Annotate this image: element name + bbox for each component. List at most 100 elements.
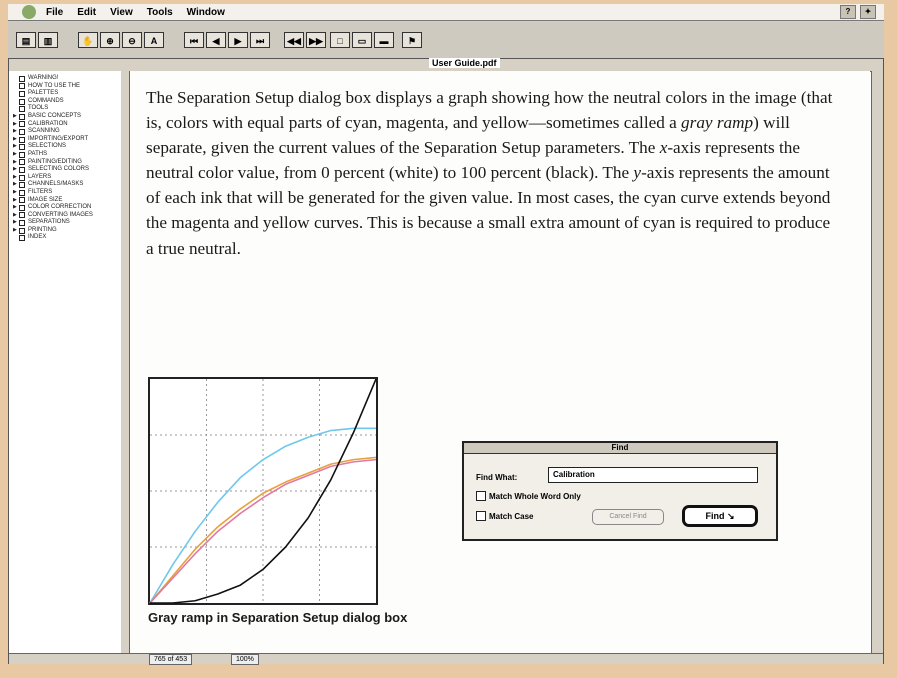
match-whole-word-label: Match Whole Word Only (489, 491, 581, 501)
bookmarks-page-icon[interactable]: ▥ (38, 32, 58, 48)
bookmark-label: IMPORTING/EXPORT (28, 135, 89, 142)
match-case-box[interactable] (476, 511, 486, 521)
match-whole-word-box[interactable] (476, 491, 486, 501)
bookmark-icon (19, 136, 25, 143)
bookmark-item[interactable]: ▶ CALIBRATION (9, 121, 121, 129)
bookmark-item[interactable]: ▶ CHANNELS/MASKS (9, 181, 121, 189)
bookmark-item[interactable]: PALETTES (9, 90, 121, 98)
fit-page-icon[interactable]: ▭ (352, 32, 372, 48)
bookmark-item[interactable]: INDEX (9, 234, 121, 242)
bookmark-item[interactable]: ▶ IMAGE SIZE (9, 197, 121, 205)
body-text-italic-y: y (633, 163, 642, 183)
bookmark-icon (19, 235, 25, 242)
next-page-icon[interactable]: ▶ (228, 32, 248, 48)
bookmark-icon (19, 220, 25, 227)
bookmark-icon (19, 106, 25, 113)
bookmark-item[interactable]: ▶ SELECTIONS (9, 143, 121, 151)
bookmark-icon (19, 227, 25, 234)
bookmark-label: PALETTES (28, 90, 59, 97)
zoom-level-field[interactable]: 100% (231, 654, 259, 665)
hand-tool-icon[interactable]: ✋ (78, 32, 98, 48)
bookmark-item[interactable]: TOOLS (9, 105, 121, 113)
bookmark-icon (19, 197, 25, 204)
bookmark-item[interactable]: ▶ PRINTING (9, 227, 121, 235)
balloon-help-icon[interactable]: ? (840, 5, 856, 19)
text-select-icon[interactable]: A (144, 32, 164, 48)
bookmark-label: SCANNING (28, 128, 60, 135)
bookmark-item[interactable]: COMMANDS (9, 98, 121, 106)
bookmark-icon (19, 121, 25, 128)
bookmark-item[interactable]: WARNING! (9, 75, 121, 83)
previous-page-icon[interactable]: ◀ (206, 32, 226, 48)
find-dialog-title[interactable]: Find (464, 443, 776, 454)
gray-ramp-chart-svg (148, 377, 378, 605)
bookmark-icon (19, 174, 25, 181)
bookmark-item[interactable]: ▶ PAINTING/EDITING (9, 159, 121, 167)
match-whole-word-checkbox[interactable]: Match Whole Word Only (476, 491, 581, 501)
body-paragraph: The Separation Setup dialog box displays… (146, 85, 834, 261)
bookmark-icon (19, 151, 25, 158)
find-icon[interactable]: ⚑ (402, 32, 422, 48)
bookmark-label: CALIBRATION (28, 120, 68, 127)
menu-view[interactable]: View (110, 7, 133, 18)
find-what-input[interactable]: Calibration (548, 467, 758, 483)
page-scrollbar[interactable] (871, 71, 883, 653)
bookmark-item[interactable]: ▶ IMPORTING/EXPORT (9, 136, 121, 144)
find-dialog: Find Find What: Calibration Match Whole … (462, 441, 778, 541)
match-case-label: Match Case (489, 511, 534, 521)
bookmark-item[interactable]: ▶ SEPARATIONS (9, 219, 121, 227)
zoom-in-icon[interactable]: ⊕ (100, 32, 120, 48)
bookmark-item[interactable]: ▶ BASIC CONCEPTS (9, 113, 121, 121)
page-number-field[interactable]: 765 of 453 (149, 654, 193, 665)
go-back-icon[interactable]: ◀◀ (284, 32, 304, 48)
bookmark-icon (19, 83, 25, 90)
cursor-icon: ↘ (726, 511, 735, 521)
page-only-icon[interactable]: ▤ (16, 32, 36, 48)
bookmark-label: TOOLS (28, 105, 49, 112)
bookmark-icon (19, 98, 25, 105)
window-title: User Guide.pdf (429, 58, 500, 68)
bookmark-label: SELECTIONS (28, 143, 67, 150)
menu-window[interactable]: Window (187, 7, 225, 18)
apple-icon[interactable] (22, 5, 36, 19)
bookmark-label: FILTERS (28, 188, 53, 195)
bookmark-icon (19, 128, 25, 135)
bookmark-item[interactable]: ▶ PATHS (9, 151, 121, 159)
bookmark-icon (19, 182, 25, 189)
body-text-italic-gray-ramp: gray ramp (681, 113, 754, 133)
bookmark-icon (19, 90, 25, 97)
menu-bar: File Edit View Tools Window ? ✦ (8, 4, 884, 21)
bookmark-icon (19, 204, 25, 211)
go-forward-icon[interactable]: ▶▶ (306, 32, 326, 48)
zoom-out-icon[interactable]: ⊖ (122, 32, 142, 48)
menu-edit[interactable]: Edit (77, 7, 96, 18)
bookmark-item[interactable]: ▶ SELECTING COLORS (9, 166, 121, 174)
bookmark-item[interactable]: ▶ CONVERTING IMAGES (9, 212, 121, 220)
first-page-icon[interactable]: ⏮ (184, 32, 204, 48)
bookmark-label: PATHS (28, 150, 48, 157)
actual-size-icon[interactable]: □ (330, 32, 350, 48)
bookmark-item[interactable]: HOW TO USE THE (9, 83, 121, 91)
bookmark-label: WARNING! (28, 75, 59, 81)
status-bar: 765 of 453 100% (9, 653, 883, 665)
menu-tools[interactable]: Tools (147, 7, 173, 18)
find-button[interactable]: Find ↘ (682, 505, 758, 527)
bookmark-item[interactable]: ▶ SCANNING (9, 128, 121, 136)
bookmark-label: INDEX (28, 234, 47, 241)
page-content: The Separation Setup dialog box displays… (130, 71, 870, 653)
bookmark-item[interactable]: ▶ LAYERS (9, 174, 121, 182)
bookmark-label: LAYERS (28, 173, 52, 180)
match-case-checkbox[interactable]: Match Case (476, 511, 533, 521)
bookmark-item[interactable]: ▶ COLOR CORRECTION (9, 204, 121, 212)
bookmarks-scrollbar[interactable] (121, 71, 130, 653)
menu-file[interactable]: File (46, 7, 63, 18)
bookmark-label: COLOR CORRECTION (28, 204, 92, 211)
cancel-find-button[interactable]: Cancel Find (592, 509, 664, 525)
bookmark-label: SELECTING COLORS (28, 166, 90, 173)
application-menu-icon[interactable]: ✦ (860, 5, 876, 19)
bookmark-icon (19, 144, 25, 151)
fit-width-icon[interactable]: ▬ (374, 32, 394, 48)
bookmark-item[interactable]: ▶ FILTERS (9, 189, 121, 197)
last-page-icon[interactable]: ⏭ (250, 32, 270, 48)
bookmark-label: CONVERTING IMAGES (28, 211, 93, 218)
